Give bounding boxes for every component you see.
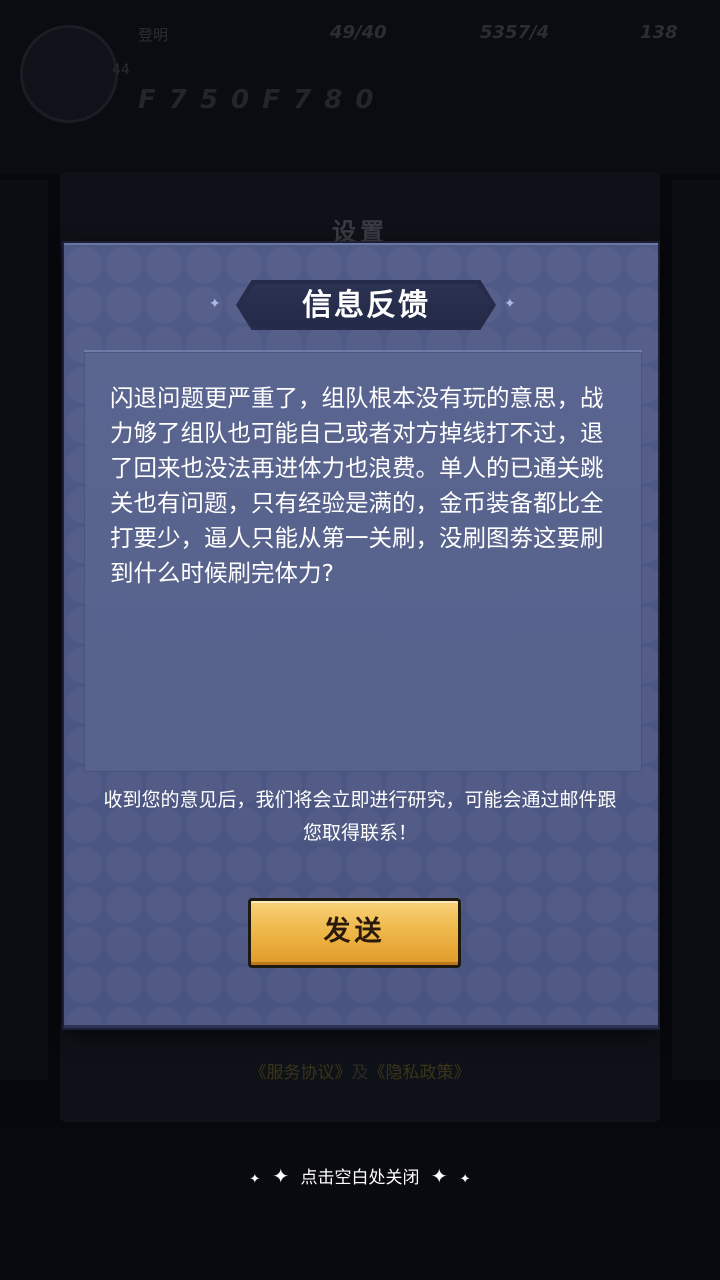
- background-right-edge: [672, 180, 720, 1080]
- sparkle-icon: ✦: [430, 1164, 448, 1188]
- sparkle-icon: ✦: [504, 296, 516, 312]
- player-level: 44: [112, 62, 130, 78]
- sparkle-icon: ✦: [272, 1164, 290, 1188]
- send-button[interactable]: 发送: [248, 898, 461, 968]
- player-avatar: [20, 25, 118, 123]
- service-agreement-link: 《服务协议》: [249, 1063, 352, 1083]
- player-name: 登明: [138, 26, 169, 44]
- settings-panel-title: 设置: [332, 218, 388, 246]
- close-hint-label: 点击空白处关闭: [300, 1168, 420, 1188]
- feedback-text-content[interactable]: 闪退问题更严重了，组队根本没有玩的意思，战力够了组队也可能自己或者对方掉线打不过…: [110, 381, 610, 591]
- sparkle-icon: ✦: [209, 296, 221, 312]
- background-bottom-bar: [0, 1128, 720, 1280]
- sparkle-icon: ✦: [459, 1172, 471, 1187]
- background-left-edge: [0, 180, 48, 1080]
- gold-stat: 5357/4: [480, 22, 550, 43]
- sparkle-icon: ✦: [249, 1172, 261, 1187]
- gem-stat: 138: [640, 22, 678, 43]
- and-text: 及: [351, 1063, 369, 1083]
- agreement-links: 《服务协议》及《隐私政策》: [0, 1058, 720, 1083]
- privacy-policy-link: 《隐私政策》: [368, 1063, 471, 1083]
- stamina-stat: 49/40: [330, 22, 387, 43]
- close-hint[interactable]: ✦ ✦ 点击空白处关闭 ✦ ✦: [0, 1163, 720, 1193]
- combat-power: F 7 5 0 F 7 8 0: [138, 85, 376, 115]
- dialog-title: 信息反馈: [302, 288, 430, 323]
- feedback-notice: 收到您的意见后，我们将会立即进行研究，可能会通过邮件跟您取得联系！: [103, 789, 617, 844]
